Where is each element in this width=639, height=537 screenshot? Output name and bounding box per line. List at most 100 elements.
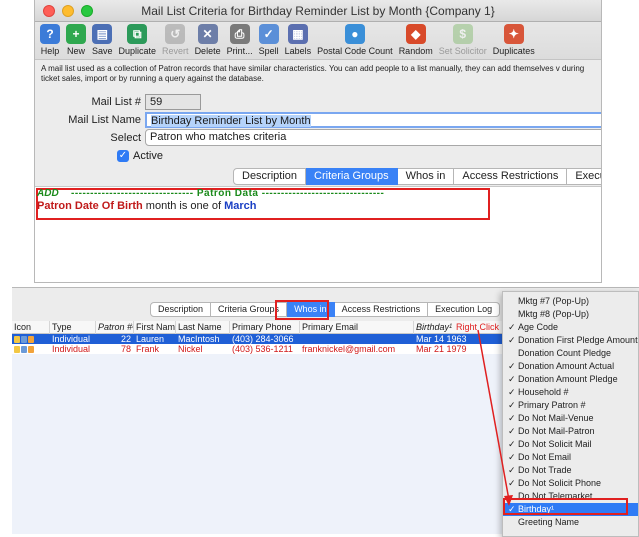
- checkmark-icon: ✓: [508, 426, 516, 436]
- toolbar-button-revert[interactable]: ↺ Revert: [159, 24, 192, 59]
- menu-item-do-not-solicit-phone[interactable]: ✓ Do Not Solicit Phone: [503, 477, 638, 490]
- toolbar-button-labels[interactable]: ▦ Labels: [282, 24, 315, 59]
- column-header-patron-number[interactable]: Patron #²: [96, 321, 134, 334]
- menu-item-do-not-email[interactable]: ✓ Do Not Email: [503, 451, 638, 464]
- checkmark-icon: ✓: [508, 439, 516, 449]
- cell-type: Individual: [52, 344, 91, 354]
- menu-item-label: Age Code: [518, 322, 559, 332]
- criteria-add-label[interactable]: ADD: [37, 188, 59, 199]
- cell-birthday: Mar 21 1979: [416, 344, 467, 354]
- toolbar-button-label: Random: [398, 46, 433, 56]
- column-header-first-name[interactable]: First Name: [134, 321, 176, 334]
- toolbar-button-label: Print...: [226, 46, 253, 56]
- toolbar-button-help[interactable]: ? Help: [37, 24, 63, 59]
- select-dropdown[interactable]: Patron who matches criteria ⇕: [145, 129, 601, 146]
- zoom-window-button[interactable]: [81, 5, 93, 17]
- menu-item-do-not-solicit-mail[interactable]: ✓ Do Not Solicit Mail: [503, 438, 638, 451]
- toolbar-button-set-solicitor[interactable]: $ Set Solicitor: [436, 24, 490, 59]
- select-label: Select: [110, 131, 141, 144]
- cell-patron-num: 78: [120, 344, 131, 354]
- print-icon: ⎙: [229, 24, 250, 44]
- checkmark-icon: ✓: [508, 387, 516, 397]
- mail-list-name-label: Mail List Name: [68, 113, 141, 126]
- toolbar-button-duplicates[interactable]: ✦ Duplicates: [490, 24, 538, 59]
- postal-code-icon: ●: [344, 24, 365, 44]
- criteria-section-header: -------------------------------- Patron …: [71, 188, 385, 199]
- cell-phone: (403) 284-3066: [232, 334, 294, 344]
- toolbar-button-postal-code-count[interactable]: ● Postal Code Count: [314, 24, 396, 59]
- menu-item-mktg-8-pop-up[interactable]: Mktg #8 (Pop-Up): [503, 308, 638, 321]
- tab-description[interactable]: Description: [150, 302, 212, 317]
- menu-item-label: Mktg #8 (Pop-Up): [518, 309, 590, 319]
- toolbar-button-duplicate[interactable]: ⧉ Duplicate: [116, 24, 160, 59]
- cell-last-name: Nickel: [178, 344, 203, 354]
- right-click-annotation: Right Click: [456, 322, 500, 332]
- top-tab-bar: Description Criteria Groups Whos in Access …: [233, 168, 601, 185]
- menu-item-do-not-mail-venue[interactable]: ✓ Do Not Mail-Venue: [503, 412, 638, 425]
- toolbar-button-save[interactable]: ▤ Save: [89, 24, 116, 59]
- toolbar-button-print[interactable]: ⎙ Print...: [224, 24, 256, 59]
- criteria-value: March: [224, 200, 257, 212]
- window-title: Mail List Criteria for Birthday Reminder…: [141, 4, 495, 18]
- cell-email: [300, 334, 414, 344]
- cell-type: Individual: [52, 334, 91, 344]
- menu-item-primary-patron[interactable]: ✓ Primary Patron #: [503, 399, 638, 412]
- menu-item-household[interactable]: ✓ Household #: [503, 386, 638, 399]
- toolbar-button-label: Set Solicitor: [438, 46, 487, 56]
- checkmark-icon: ✓: [508, 374, 516, 384]
- patron-icon: [14, 346, 20, 354]
- column-header-icon[interactable]: Icon: [12, 321, 50, 334]
- minimize-window-button[interactable]: [62, 5, 74, 17]
- toolbar-button-random[interactable]: ◆ Random: [396, 24, 436, 59]
- menu-item-donation-first-pledge-amount[interactable]: ✓ Donation First Pledge Amount: [503, 334, 638, 347]
- active-row: ✓ Active: [117, 147, 163, 164]
- toolbar-button-label: Duplicate: [118, 46, 157, 56]
- row-icons: [12, 344, 50, 354]
- tab-execution-log[interactable]: Execution Log: [567, 168, 601, 185]
- member-icon: [21, 346, 27, 354]
- revert-icon: ↺: [165, 24, 186, 44]
- donor-icon: [28, 336, 34, 344]
- menu-item-mktg-7-pop-up[interactable]: Mktg #7 (Pop-Up): [503, 295, 638, 308]
- tab-access-restrictions[interactable]: Access Restrictions: [334, 302, 429, 317]
- donor-icon: [28, 346, 34, 354]
- menu-item-donation-amount-pledge[interactable]: ✓ Donation Amount Pledge: [503, 373, 638, 386]
- menu-item-label: Do Not Solicit Mail: [518, 439, 592, 449]
- tab-criteria-groups[interactable]: Criteria Groups: [306, 168, 398, 185]
- criteria-operator: month is one of: [145, 200, 222, 212]
- tab-execution-log[interactable]: Execution Log: [428, 302, 501, 317]
- menu-item-label: Donation First Pledge Amount: [518, 335, 638, 345]
- title-bar: Mail List Criteria for Birthday Reminder…: [35, 0, 601, 22]
- row-icons: [12, 334, 50, 344]
- select-value: Patron who matches criteria: [150, 131, 287, 143]
- checkmark-icon: ✓: [508, 478, 516, 488]
- column-header-primary-phone[interactable]: Primary Phone: [230, 321, 300, 334]
- menu-item-label: Donation Amount Actual: [518, 361, 615, 371]
- checkmark-icon: ✓: [508, 465, 516, 475]
- menu-item-donation-count-pledge[interactable]: Donation Count Pledge: [503, 347, 638, 360]
- whos-in-tab-highlight-box: [275, 300, 329, 320]
- tab-description[interactable]: Description: [233, 168, 307, 185]
- column-header-last-name[interactable]: Last Name: [176, 321, 230, 334]
- column-header-primary-email[interactable]: Primary Email: [300, 321, 414, 334]
- mail-list-name-input[interactable]: Birthday Reminder List by Month: [145, 111, 601, 128]
- menu-item-do-not-mail-patron[interactable]: ✓ Do Not Mail-Patron: [503, 425, 638, 438]
- toolbar-button-label: New: [66, 46, 85, 56]
- menu-item-label: Primary Patron #: [518, 400, 586, 410]
- menu-item-greeting-name[interactable]: Greeting Name: [503, 516, 638, 529]
- column-header-type[interactable]: Type: [50, 321, 96, 334]
- close-window-button[interactable]: [43, 5, 55, 17]
- menu-item-do-not-trade[interactable]: ✓ Do Not Trade: [503, 464, 638, 477]
- menu-item-age-code[interactable]: ✓ Age Code: [503, 321, 638, 334]
- mail-list-number-field: 59: [145, 93, 201, 110]
- tab-access-restrictions[interactable]: Access Restrictions: [454, 168, 568, 185]
- mail-list-criteria-window: Mail List Criteria for Birthday Reminder…: [34, 0, 602, 283]
- menu-item-donation-amount-actual[interactable]: ✓ Donation Amount Actual: [503, 360, 638, 373]
- toolbar-button-spell[interactable]: ✓ Spell: [256, 24, 282, 59]
- toolbar-button-new[interactable]: + New: [63, 24, 89, 59]
- tab-whos-in[interactable]: Whos in: [397, 168, 455, 185]
- cell-birthday: Mar 14 1963: [416, 334, 467, 344]
- criteria-rule[interactable]: Patron Date Of Birth month is one of Mar…: [37, 200, 256, 212]
- active-checkbox[interactable]: ✓: [117, 149, 129, 162]
- toolbar-button-delete[interactable]: ✕ Delete: [192, 24, 224, 59]
